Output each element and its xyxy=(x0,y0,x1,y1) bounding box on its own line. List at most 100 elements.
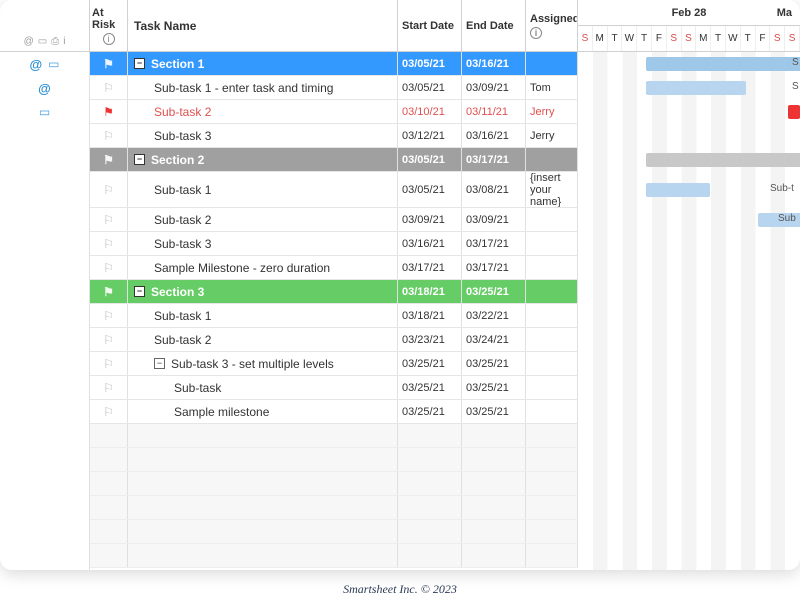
task-grid[interactable]: ⚑−Section 103/05/2103/16/21⚐Sub-task 1 -… xyxy=(90,52,578,570)
task-row[interactable]: ⚐ Sub-task 1 - enter task and timing03/05… xyxy=(90,76,578,100)
flag-icon[interactable]: ⚑ xyxy=(103,105,114,119)
empty-row[interactable] xyxy=(90,544,578,568)
flag-icon[interactable]: ⚐ xyxy=(103,333,114,347)
empty-row[interactable] xyxy=(90,520,578,544)
assigned-cell[interactable] xyxy=(526,148,578,171)
flag-icon[interactable]: ⚑ xyxy=(103,153,114,167)
assigned-cell[interactable]: Jerry xyxy=(526,100,578,123)
task-name-cell[interactable]: Sub-task 1 - enter task and timing xyxy=(128,76,398,99)
task-row[interactable]: ⚑Sub-task 203/10/2103/11/21Jerry xyxy=(90,100,578,124)
flag-icon[interactable]: ⚐ xyxy=(103,357,114,371)
flag-icon[interactable]: ⚐ xyxy=(103,405,114,419)
task-name-cell[interactable]: Sub-task 1 xyxy=(128,304,398,327)
empty-row[interactable] xyxy=(90,448,578,472)
assigned-cell[interactable] xyxy=(526,376,578,399)
task-name-cell[interactable]: Sub-task 1 xyxy=(128,172,398,207)
task-row[interactable]: ⚐−Sub-task 3 - set multiple levels03/25/… xyxy=(90,352,578,376)
assigned-cell[interactable]: Tom xyxy=(526,76,578,99)
start-date-cell[interactable]: 03/23/21 xyxy=(398,328,462,351)
end-date-cell[interactable]: 03/22/21 xyxy=(462,304,526,327)
start-date-cell[interactable]: 03/12/21 xyxy=(398,124,462,147)
assigned-cell[interactable] xyxy=(526,352,578,375)
end-date-cell[interactable]: 03/08/21 xyxy=(462,172,526,207)
collapse-toggle-icon[interactable]: − xyxy=(134,286,145,297)
start-date-cell[interactable]: 03/05/21 xyxy=(398,148,462,171)
flag-icon[interactable]: ⚐ xyxy=(103,81,114,95)
flag-icon[interactable]: ⚑ xyxy=(103,57,114,71)
end-date-cell[interactable]: 03/25/21 xyxy=(462,376,526,399)
end-date-cell[interactable]: 03/16/21 xyxy=(462,52,526,75)
task-row[interactable]: ⚐Sample Milestone - zero duration03/17/2… xyxy=(90,256,578,280)
task-row[interactable]: ⚐ Sub-task 203/23/2103/24/21 xyxy=(90,328,578,352)
start-date-cell[interactable]: 03/09/21 xyxy=(398,208,462,231)
gantt-bar[interactable] xyxy=(646,57,800,71)
task-name-cell[interactable]: Sub-task 3 xyxy=(128,232,398,255)
flag-icon[interactable]: ⚐ xyxy=(103,237,114,251)
start-date-cell[interactable]: 03/16/21 xyxy=(398,232,462,255)
assigned-cell[interactable]: {insert your name} xyxy=(526,172,578,207)
task-name-cell[interactable]: Sub-task 2 xyxy=(128,208,398,231)
end-date-cell[interactable]: 03/17/21 xyxy=(462,256,526,279)
task-row[interactable]: ⚐Sub-task 203/09/2103/09/21 xyxy=(90,208,578,232)
comment-icon[interactable]: ▭ xyxy=(48,57,59,71)
section-row[interactable]: ⚑ −Section 203/05/2103/17/21 xyxy=(90,148,578,172)
end-date-cell[interactable]: 03/17/21 xyxy=(462,148,526,171)
attachment-icon[interactable]: @ xyxy=(38,81,51,96)
assigned-cell[interactable] xyxy=(526,208,578,231)
start-date-cell[interactable]: 03/25/21 xyxy=(398,400,462,423)
end-date-cell[interactable]: 03/09/21 xyxy=(462,76,526,99)
task-name-cell[interactable]: Sub-task 3 xyxy=(128,124,398,147)
collapse-toggle-icon[interactable]: − xyxy=(134,154,145,165)
end-date-cell[interactable]: 03/25/21 xyxy=(462,280,526,303)
assigned-cell[interactable] xyxy=(526,304,578,327)
section-row[interactable]: ⚑ −Section 103/05/2103/16/21 xyxy=(90,52,578,76)
task-row[interactable]: ⚐ Sub-task 103/05/2103/08/21{insert your … xyxy=(90,172,578,208)
comment-icon[interactable]: ▭ xyxy=(39,105,50,119)
start-date-cell[interactable]: 03/17/21 xyxy=(398,256,462,279)
task-name-cell[interactable]: Sample milestone xyxy=(128,400,398,423)
start-date-cell[interactable]: 03/05/21 xyxy=(398,52,462,75)
start-date-cell[interactable]: 03/18/21 xyxy=(398,280,462,303)
assigned-cell[interactable] xyxy=(526,52,578,75)
assigned-cell[interactable] xyxy=(526,280,578,303)
task-row[interactable]: ⚐ Sub-task 303/16/2103/17/21 xyxy=(90,232,578,256)
gantt-bar[interactable] xyxy=(646,183,710,197)
task-row[interactable]: ⚐Sample milestone03/25/2103/25/21 xyxy=(90,400,578,424)
assigned-cell[interactable] xyxy=(526,328,578,351)
task-name-cell[interactable]: −Section 2 xyxy=(128,148,398,171)
flag-icon[interactable]: ⚐ xyxy=(103,309,114,323)
start-date-cell[interactable]: 03/05/21 xyxy=(398,76,462,99)
end-date-cell[interactable]: 03/24/21 xyxy=(462,328,526,351)
task-name-cell[interactable]: Sub-task 2 xyxy=(128,328,398,351)
flag-icon[interactable]: ⚐ xyxy=(103,129,114,143)
flag-icon[interactable]: ⚐ xyxy=(103,213,114,227)
assigned-cell[interactable]: Jerry xyxy=(526,124,578,147)
col-header-start-date[interactable]: Start Date xyxy=(398,0,462,51)
empty-row[interactable] xyxy=(90,424,578,448)
task-name-cell[interactable]: −Section 1 xyxy=(128,52,398,75)
task-name-cell[interactable]: −Section 3 xyxy=(128,280,398,303)
assigned-cell[interactable] xyxy=(526,232,578,255)
start-date-cell[interactable]: 03/05/21 xyxy=(398,172,462,207)
flag-icon[interactable]: ⚐ xyxy=(103,381,114,395)
collapse-toggle-icon[interactable]: − xyxy=(134,58,145,69)
end-date-cell[interactable]: 03/16/21 xyxy=(462,124,526,147)
gantt-chart-area[interactable]: SSSub-tSub xyxy=(578,52,800,570)
assigned-cell[interactable] xyxy=(526,256,578,279)
flag-icon[interactable]: ⚐ xyxy=(103,261,114,275)
empty-row[interactable] xyxy=(90,472,578,496)
end-date-cell[interactable]: 03/17/21 xyxy=(462,232,526,255)
col-header-at-risk[interactable]: At Risk i xyxy=(90,0,128,51)
task-name-cell[interactable]: Sample Milestone - zero duration xyxy=(128,256,398,279)
flag-icon[interactable]: ⚐ xyxy=(103,183,114,197)
collapse-toggle-icon[interactable]: − xyxy=(154,358,165,369)
gantt-bar[interactable] xyxy=(788,105,800,119)
task-name-cell[interactable]: Sub-task 2 xyxy=(128,100,398,123)
gantt-bar[interactable] xyxy=(646,81,746,95)
col-header-end-date[interactable]: End Date xyxy=(462,0,526,51)
task-row[interactable]: ⚐ Sub-task 103/18/2103/22/21 xyxy=(90,304,578,328)
task-row[interactable]: ⚐ Sub-task 303/12/2103/16/21Jerry xyxy=(90,124,578,148)
empty-row[interactable] xyxy=(90,496,578,520)
start-date-cell[interactable]: 03/18/21 xyxy=(398,304,462,327)
task-name-cell[interactable]: −Sub-task 3 - set multiple levels xyxy=(128,352,398,375)
